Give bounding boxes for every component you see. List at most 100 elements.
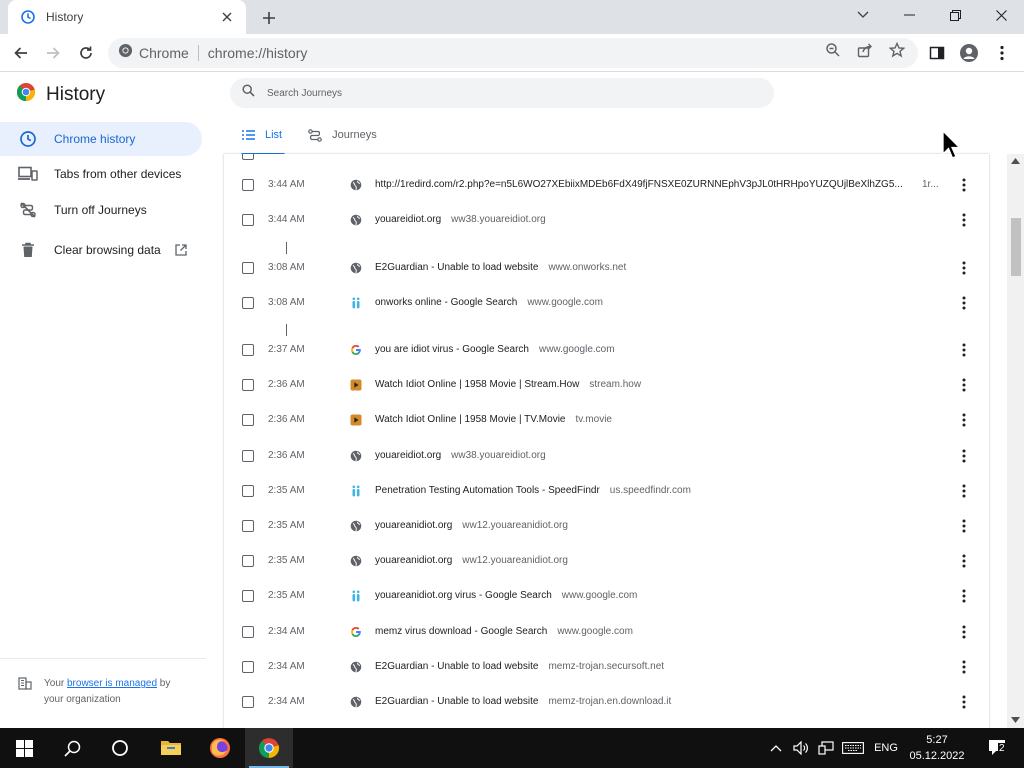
language-indicator[interactable]: ENG <box>870 728 902 768</box>
row-menu-kebab-icon[interactable] <box>957 482 971 500</box>
keyboard-icon[interactable] <box>840 728 866 768</box>
profile-avatar[interactable] <box>954 38 984 68</box>
scrollbar[interactable] <box>1007 154 1024 728</box>
row-link[interactable]: youareidiot.org ww38.youareidiot.org <box>375 214 935 225</box>
history-row[interactable]: 2:35 AM youareanidiot.org ww12.youareanidi… <box>224 543 989 578</box>
taskbar-file-explorer[interactable] <box>147 728 195 768</box>
sidebar-item-turn-off-journeys[interactable]: Turn off Journeys <box>0 193 202 227</box>
row-menu-kebab-icon[interactable] <box>957 693 971 711</box>
row-link[interactable]: youareanidiot.org virus - Google Search w… <box>375 590 935 601</box>
address-bar[interactable]: Chrome chrome://history <box>108 38 918 68</box>
side-panel-icon[interactable] <box>922 38 952 68</box>
history-row[interactable]: 3:08 AM E2Guardian - Unable to load websi… <box>224 250 989 285</box>
start-button[interactable] <box>0 728 48 768</box>
history-row[interactable]: 2:35 AM youareanidiot.org ww12.youareanidi… <box>224 508 989 543</box>
row-link[interactable]: Penetration Testing Automation Tools - S… <box>375 485 935 496</box>
row-menu-kebab-icon[interactable] <box>957 211 971 229</box>
close-window-button[interactable] <box>978 0 1024 30</box>
history-row[interactable]: 2:35 AM youareanidiot.org virus - Google … <box>224 578 989 613</box>
scrollbar-thumb[interactable] <box>1011 218 1021 276</box>
row-checkbox[interactable] <box>242 178 254 191</box>
row-menu-kebab-icon[interactable] <box>957 552 971 570</box>
volume-icon[interactable] <box>790 728 812 768</box>
row-menu-kebab-icon[interactable] <box>957 447 971 465</box>
reload-button[interactable] <box>71 38 101 68</box>
row-link[interactable]: Watch Idiot Online | 1958 Movie | Stream… <box>375 379 935 390</box>
row-menu-kebab-icon[interactable] <box>957 294 971 312</box>
row-checkbox[interactable] <box>242 343 254 356</box>
row-link[interactable]: Watch Idiot Online | 1958 Movie | TV.Mov… <box>375 414 935 425</box>
sidebar-item-clear-browsing-data[interactable]: Clear browsing data <box>0 233 202 267</box>
row-menu-kebab-icon[interactable] <box>957 376 971 394</box>
bookmark-star-icon[interactable] <box>888 41 906 59</box>
row-checkbox[interactable] <box>242 449 254 462</box>
scroll-down-arrow-icon[interactable] <box>1011 717 1020 723</box>
tab-list[interactable]: List <box>239 122 287 156</box>
row-checkbox[interactable] <box>242 413 254 426</box>
row-link[interactable]: E2Guardian - Unable to load website memz-… <box>375 661 935 672</box>
tray-chevron-up-icon[interactable] <box>766 728 786 768</box>
zoom-icon[interactable] <box>824 41 842 59</box>
row-checkbox[interactable] <box>242 554 254 567</box>
row-checkbox[interactable] <box>242 261 254 274</box>
row-menu-kebab-icon[interactable] <box>957 587 971 605</box>
row-checkbox[interactable] <box>242 296 254 309</box>
taskbar-search-button[interactable] <box>48 728 96 768</box>
row-link[interactable]: youareanidiot.org ww12.youareanidiot.org <box>375 520 935 531</box>
minimize-button[interactable] <box>886 0 932 30</box>
history-row[interactable]: 2:35 AM Penetration Testing Automation To… <box>224 473 989 508</box>
row-checkbox[interactable] <box>242 695 254 708</box>
restore-button[interactable] <box>932 0 978 30</box>
menu-kebab-icon[interactable] <box>987 38 1017 68</box>
row-link[interactable]: you are idiot virus - Google Search www.g… <box>375 344 935 355</box>
row-menu-kebab-icon[interactable] <box>957 176 971 194</box>
row-checkbox[interactable] <box>242 213 254 226</box>
taskbar-chrome[interactable] <box>245 728 293 768</box>
close-tab-icon[interactable] <box>218 8 236 26</box>
history-row[interactable]: 3:08 AM onworks online - Google Search www… <box>224 285 989 320</box>
row-menu-kebab-icon[interactable] <box>957 411 971 429</box>
history-row[interactable]: 3:44 AM youareidiot.org ww38.youareidiot.o… <box>224 202 989 237</box>
history-row[interactable]: 2:37 AM you are idiot virus - Google Sear… <box>224 332 989 367</box>
history-row[interactable]: 2:36 AM youareidiot.org ww38.youareidiot.o… <box>224 438 989 473</box>
share-icon[interactable] <box>856 41 874 59</box>
row-checkbox[interactable] <box>242 625 254 638</box>
history-row[interactable]: 2:34 AM E2Guardian - Unable to load websi… <box>224 649 989 684</box>
row-checkbox[interactable] <box>242 378 254 391</box>
row-checkbox-partial[interactable] <box>242 154 254 160</box>
row-link[interactable]: onworks online - Google Search www.google… <box>375 297 935 308</box>
row-menu-kebab-icon[interactable] <box>957 259 971 277</box>
task-view-button[interactable] <box>96 728 144 768</box>
back-button[interactable] <box>6 38 36 68</box>
search-journeys-input[interactable]: Search Journeys <box>230 78 774 108</box>
history-row[interactable]: 2:36 AM Watch Idiot Online | 1958 Movie |… <box>224 402 989 437</box>
sidebar-item-tabs-other-devices[interactable]: Tabs from other devices <box>0 157 202 191</box>
row-link[interactable]: E2Guardian - Unable to load website www.o… <box>375 262 935 273</box>
system-clock[interactable]: 5:27 05.12.2022 <box>900 732 974 764</box>
browser-managed-link[interactable]: browser is managed <box>67 678 157 689</box>
history-row[interactable]: 2:36 AM Watch Idiot Online | 1958 Movie |… <box>224 367 989 402</box>
tab-journeys[interactable]: Journeys <box>308 122 377 148</box>
row-menu-kebab-icon[interactable] <box>957 623 971 641</box>
history-row[interactable]: 3:44 AM http://1redird.com/r2.php?e=n5L6W… <box>224 167 989 202</box>
sidebar-item-chrome-history[interactable]: Chrome history <box>0 122 202 156</box>
forward-button[interactable] <box>38 38 68 68</box>
history-row[interactable]: 2:34 AM memz virus download - Google Sear… <box>224 614 989 649</box>
taskbar-firefox[interactable] <box>196 728 244 768</box>
row-link[interactable]: youareanidiot.org ww12.youareanidiot.org <box>375 555 935 566</box>
new-tab-button[interactable] <box>258 7 280 29</box>
row-menu-kebab-icon[interactable] <box>957 658 971 676</box>
row-link[interactable]: E2Guardian - Unable to load website memz-… <box>375 696 935 707</box>
scroll-up-arrow-icon[interactable] <box>1011 158 1020 164</box>
row-menu-kebab-icon[interactable] <box>957 341 971 359</box>
network-icon[interactable] <box>815 728 837 768</box>
row-menu-kebab-icon[interactable] <box>957 517 971 535</box>
tab-search-chevron-icon[interactable] <box>840 0 886 30</box>
row-checkbox[interactable] <box>242 519 254 532</box>
row-link[interactable]: youareidiot.org ww38.youareidiot.org <box>375 450 935 461</box>
notification-center-button[interactable]: 2 <box>980 728 1016 768</box>
row-checkbox[interactable] <box>242 484 254 497</box>
row-checkbox[interactable] <box>242 589 254 602</box>
history-row[interactable]: 2:34 AM E2Guardian - Unable to load websi… <box>224 684 989 719</box>
row-link[interactable]: http://1redird.com/r2.php?e=n5L6WO27XEbi… <box>375 179 915 190</box>
